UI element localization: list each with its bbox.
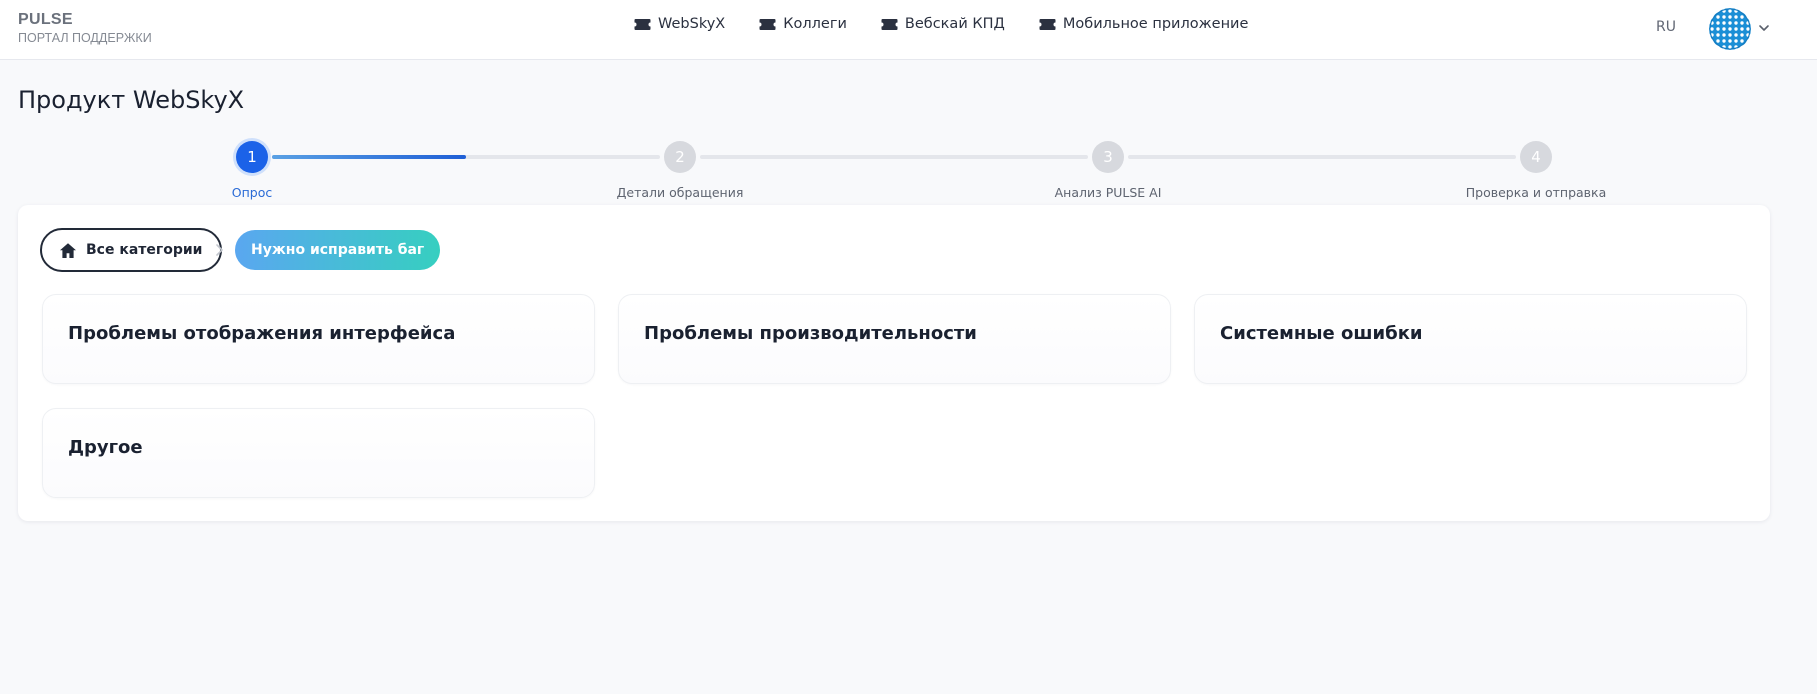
- avatar-pattern-icon: [1709, 8, 1751, 50]
- nav-item-webskai-kpd[interactable]: Вебскай КПД: [881, 16, 1005, 32]
- option-title: Системные ошибки: [1220, 323, 1423, 344]
- option-system-errors[interactable]: Системные ошибки: [1194, 294, 1747, 384]
- language-switcher[interactable]: RU: [1656, 19, 1676, 35]
- brand-logo[interactable]: PULSE ПОРТАЛ ПОДДЕРЖКИ: [18, 11, 152, 46]
- brand-title: PULSE: [18, 11, 73, 28]
- nav-item-webskyx[interactable]: WebSkyX: [634, 16, 725, 32]
- chevron-down-icon[interactable]: [1757, 21, 1771, 35]
- nav-item-mobile-app[interactable]: Мобильное приложение: [1039, 16, 1249, 32]
- chevron-right-icon: [216, 244, 223, 256]
- brand-subtitle: ПОРТАЛ ПОДДЕРЖКИ: [18, 31, 152, 45]
- page-title: Продукт WebSkyX: [18, 86, 245, 114]
- nav-label: Мобильное приложение: [1062, 16, 1249, 32]
- ticket-icon: [1039, 18, 1056, 30]
- option-title: Проблемы производительности: [644, 323, 977, 344]
- step-3-circle[interactable]: 3: [1092, 141, 1124, 173]
- stepper-track-2: [700, 155, 1088, 159]
- ticket-icon: [634, 18, 651, 30]
- step-4-circle[interactable]: 4: [1520, 141, 1552, 173]
- stepper-track-3: [1128, 155, 1516, 159]
- progress-stepper: 1 2 3 4 Опрос Детали обращения Анализ PU…: [0, 138, 1817, 204]
- top-header: PULSE ПОРТАЛ ПОДДЕРЖКИ WebSkyX Коллеги В…: [0, 0, 1817, 60]
- user-avatar[interactable]: [1709, 8, 1751, 50]
- stepper-track-progress: [272, 155, 466, 159]
- option-performance[interactable]: Проблемы производительности: [618, 294, 1171, 384]
- step-2-circle[interactable]: 2: [664, 141, 696, 173]
- step-1-circle[interactable]: 1: [236, 141, 268, 173]
- all-categories-button[interactable]: Все категории: [40, 228, 223, 272]
- option-interface-display[interactable]: Проблемы отображения интерфейса: [42, 294, 595, 384]
- option-title: Другое: [68, 437, 143, 458]
- nav-item-colleagues[interactable]: Коллеги: [759, 16, 847, 32]
- all-categories-label: Все категории: [86, 242, 203, 258]
- category-card: Все категории Нужно исправить баг Пробле…: [18, 205, 1770, 521]
- nav-label: Вебскай КПД: [904, 16, 1005, 32]
- step-1-label: Опрос: [231, 185, 273, 200]
- step-4-label: Проверка и отправка: [1465, 185, 1607, 200]
- main-nav: WebSkyX Коллеги Вебскай КПД Мобильное пр…: [634, 16, 1248, 32]
- step-3-label: Анализ PULSE AI: [1054, 185, 1162, 200]
- home-icon: [60, 242, 76, 258]
- option-other[interactable]: Другое: [42, 408, 595, 498]
- ticket-icon: [759, 18, 776, 30]
- step-2-label: Детали обращения: [616, 185, 744, 200]
- nav-label: WebSkyX: [658, 16, 726, 32]
- option-title: Проблемы отображения интерфейса: [68, 323, 456, 344]
- ticket-icon: [881, 18, 898, 30]
- nav-label: Коллеги: [783, 16, 847, 32]
- breadcrumb-current-category[interactable]: Нужно исправить баг: [235, 230, 441, 270]
